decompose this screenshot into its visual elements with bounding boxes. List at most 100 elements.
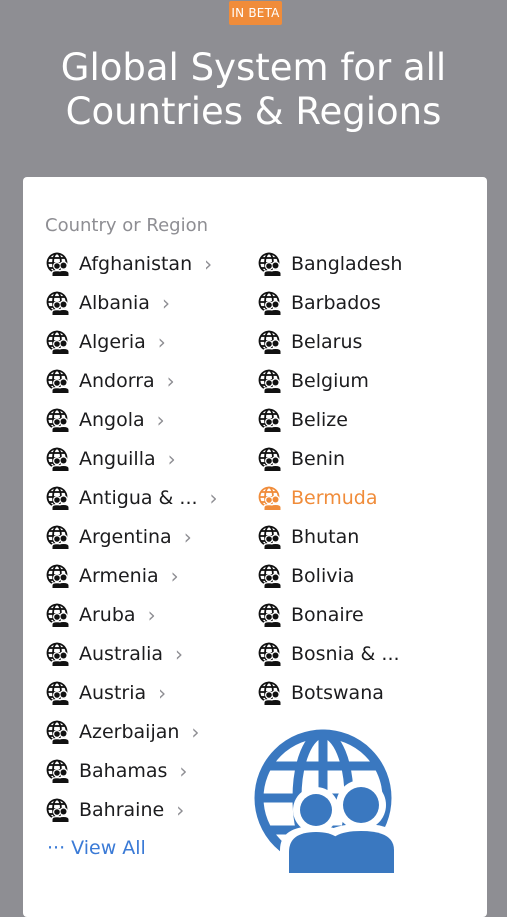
- chevron-right-icon: ›: [147, 602, 156, 627]
- country-item[interactable]: Andorra ›: [46, 361, 218, 400]
- chevron-right-icon: ›: [156, 407, 165, 432]
- country-item[interactable]: Angola ›: [46, 400, 218, 439]
- page-title: Global System for all Countries & Region…: [60, 46, 447, 133]
- globe-people-icon: [46, 603, 70, 627]
- country-label: Bahraine: [79, 798, 165, 821]
- country-label: Barbados: [291, 291, 381, 314]
- country-label: Aruba: [79, 603, 136, 626]
- view-all-link[interactable]: ··· View All: [47, 837, 146, 859]
- country-label: Afghanistan: [79, 252, 193, 275]
- country-item[interactable]: Belarus: [258, 322, 402, 361]
- globe-people-icon: [46, 681, 70, 705]
- globe-people-icon: [254, 729, 403, 873]
- chevron-right-icon: ›: [209, 485, 218, 510]
- globe-people-icon: [46, 720, 70, 744]
- country-item[interactable]: Bahraine ›: [46, 790, 218, 829]
- country-card: Country or Region Afghanistan › Albania › Al…: [23, 177, 487, 917]
- country-item[interactable]: Bermuda: [258, 478, 402, 517]
- country-label: Belize: [291, 408, 348, 431]
- country-item[interactable]: Belize: [258, 400, 402, 439]
- country-label: Anguilla: [79, 447, 156, 470]
- globe-people-icon: [258, 525, 282, 549]
- globe-people-icon: [46, 525, 70, 549]
- section-label: Country or Region: [45, 215, 208, 236]
- globe-people-icon: [46, 291, 70, 315]
- globe-people-icon: [46, 369, 70, 393]
- country-item[interactable]: Belgium: [258, 361, 402, 400]
- chevron-right-icon: ›: [170, 563, 179, 588]
- country-item[interactable]: Armenia ›: [46, 556, 218, 595]
- country-item[interactable]: Antigua & ... ›: [46, 478, 218, 517]
- chevron-right-icon: ›: [204, 251, 213, 276]
- country-item[interactable]: Argentina ›: [46, 517, 218, 556]
- country-label: Belgium: [291, 369, 369, 392]
- globe-people-icon: [46, 642, 70, 666]
- country-item[interactable]: Bonaire: [258, 595, 402, 634]
- country-label: Belarus: [291, 330, 363, 353]
- country-label: Bhutan: [291, 525, 360, 548]
- country-item[interactable]: Albania ›: [46, 283, 218, 322]
- country-label: Botswana: [291, 681, 384, 704]
- country-item[interactable]: Bahamas ›: [46, 751, 218, 790]
- country-item[interactable]: Anguilla ›: [46, 439, 218, 478]
- chevron-right-icon: ›: [166, 368, 175, 393]
- country-item[interactable]: Barbados: [258, 283, 402, 322]
- country-item[interactable]: Bolivia: [258, 556, 402, 595]
- chevron-right-icon: ›: [158, 680, 167, 705]
- globe-people-icon: [258, 564, 282, 588]
- country-item[interactable]: Azerbaijan ›: [46, 712, 218, 751]
- country-item[interactable]: Benin: [258, 439, 402, 478]
- globe-people-icon: [258, 369, 282, 393]
- country-item[interactable]: Afghanistan ›: [46, 244, 218, 283]
- chevron-right-icon: ›: [176, 797, 185, 822]
- country-label: Albania: [79, 291, 150, 314]
- country-label: Angola: [79, 408, 145, 431]
- beta-badge: IN BETA: [229, 1, 282, 25]
- country-label: Armenia: [79, 564, 159, 587]
- country-label: Antigua & ...: [79, 486, 198, 509]
- country-label: Benin: [291, 447, 346, 470]
- country-list-left: Afghanistan › Albania › Algeria › Andorra › Ango…: [46, 244, 218, 829]
- chevron-right-icon: ›: [191, 719, 200, 744]
- country-label: Bosnia & ...: [291, 642, 400, 665]
- country-label: Algeria: [79, 330, 146, 353]
- country-label: Azerbaijan: [79, 720, 180, 743]
- country-label: Bolivia: [291, 564, 355, 587]
- chevron-right-icon: ›: [167, 446, 176, 471]
- country-item[interactable]: Bosnia & ...: [258, 634, 402, 673]
- globe-people-icon: [258, 291, 282, 315]
- globe-people-icon: [46, 486, 70, 510]
- country-label: Bonaire: [291, 603, 364, 626]
- globe-people-icon: [258, 681, 282, 705]
- globe-people-icon: [258, 330, 282, 354]
- country-label: Bangladesh: [291, 252, 403, 275]
- globe-people-icon: [258, 447, 282, 471]
- country-item[interactable]: Australia ›: [46, 634, 218, 673]
- country-item[interactable]: Bhutan: [258, 517, 402, 556]
- globe-people-icon: [258, 252, 282, 276]
- globe-people-icon: [258, 486, 282, 510]
- country-label: Bahamas: [79, 759, 168, 782]
- chevron-right-icon: ›: [175, 641, 184, 666]
- globe-people-icon: [258, 408, 282, 432]
- chevron-right-icon: ›: [161, 290, 170, 315]
- country-item[interactable]: Botswana: [258, 673, 402, 712]
- globe-people-icon: [46, 447, 70, 471]
- globe-people-icon: [46, 252, 70, 276]
- globe-people-icon: [46, 798, 70, 822]
- chevron-right-icon: ›: [157, 329, 166, 354]
- globe-people-icon: [258, 603, 282, 627]
- country-item[interactable]: Bangladesh: [258, 244, 402, 283]
- country-item[interactable]: Aruba ›: [46, 595, 218, 634]
- country-label: Austria: [79, 681, 147, 704]
- country-label: Andorra: [79, 369, 155, 392]
- country-label: Argentina: [79, 525, 172, 548]
- globe-people-icon: [46, 759, 70, 783]
- globe-people-icon: [46, 564, 70, 588]
- country-item[interactable]: Algeria ›: [46, 322, 218, 361]
- globe-people-icon: [258, 642, 282, 666]
- country-item[interactable]: Austria ›: [46, 673, 218, 712]
- country-label: Bermuda: [291, 486, 378, 509]
- globe-people-icon: [46, 408, 70, 432]
- chevron-right-icon: ›: [183, 524, 192, 549]
